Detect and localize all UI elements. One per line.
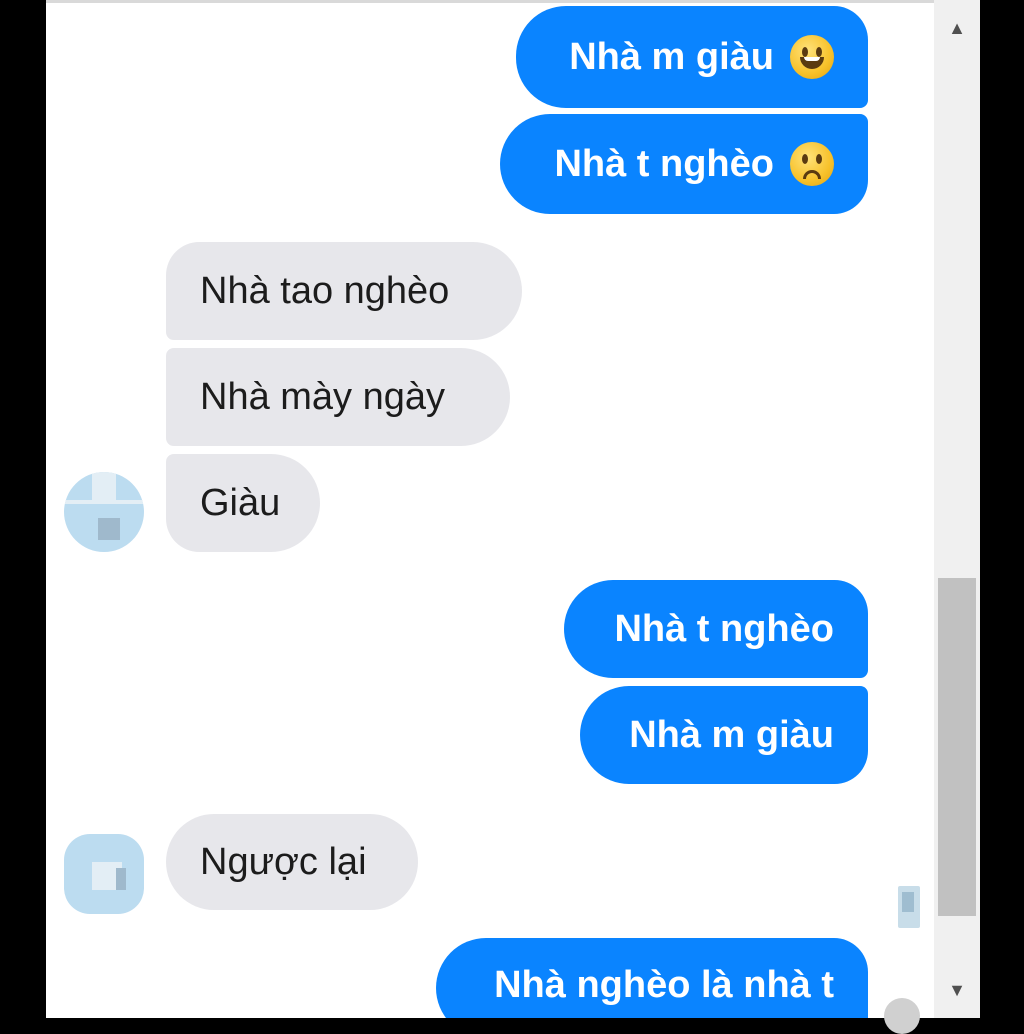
avatar[interactable]	[64, 472, 144, 552]
avatar[interactable]	[64, 834, 144, 914]
seen-avatar-indicator	[898, 886, 920, 928]
message-text: Nhà t nghèo	[554, 143, 774, 185]
message-incoming[interactable]: Nhà mày ngày	[166, 348, 510, 446]
scroll-thumb[interactable]	[938, 578, 976, 916]
message-text: Nhà t nghèo	[614, 608, 834, 650]
message-text: Nhà m giàu	[629, 714, 834, 756]
message-outgoing[interactable]: Nhà m giàu	[516, 6, 868, 108]
message-text: Nhà nghèo là nhà t	[494, 964, 834, 1006]
top-divider	[46, 0, 934, 3]
message-incoming[interactable]: Giàu	[166, 454, 320, 552]
message-incoming[interactable]: Nhà tao nghèo	[166, 242, 522, 340]
message-text: Giàu	[200, 482, 281, 524]
message-text: Ngược lại	[200, 841, 367, 883]
app-frame: Nhà m giàu Nhà t nghèo Nhà tao nghèo Nhà…	[0, 0, 1024, 1034]
window-edge	[980, 0, 1024, 1018]
message-outgoing[interactable]: Nhà t nghèo	[500, 114, 868, 214]
frowning-face-icon	[790, 142, 834, 186]
scroll-up-arrow-icon[interactable]: ▲	[934, 0, 980, 56]
message-text: Nhà mày ngày	[200, 376, 446, 418]
message-outgoing[interactable]: Nhà nghèo là nhà t	[436, 938, 868, 1018]
message-text: Nhà m giàu	[569, 36, 774, 78]
grinning-face-icon	[790, 35, 834, 79]
message-outgoing[interactable]: Nhà m giàu	[580, 686, 868, 784]
vertical-scrollbar[interactable]: ▲ ▼	[934, 0, 980, 1018]
delivered-status-icon	[884, 998, 920, 1034]
scroll-down-arrow-icon[interactable]: ▼	[934, 962, 980, 1018]
message-outgoing[interactable]: Nhà t nghèo	[564, 580, 868, 678]
message-text: Nhà tao nghèo	[200, 270, 450, 312]
chat-thread[interactable]: Nhà m giàu Nhà t nghèo Nhà tao nghèo Nhà…	[46, 0, 934, 1018]
message-incoming[interactable]: Ngược lại	[166, 814, 418, 910]
